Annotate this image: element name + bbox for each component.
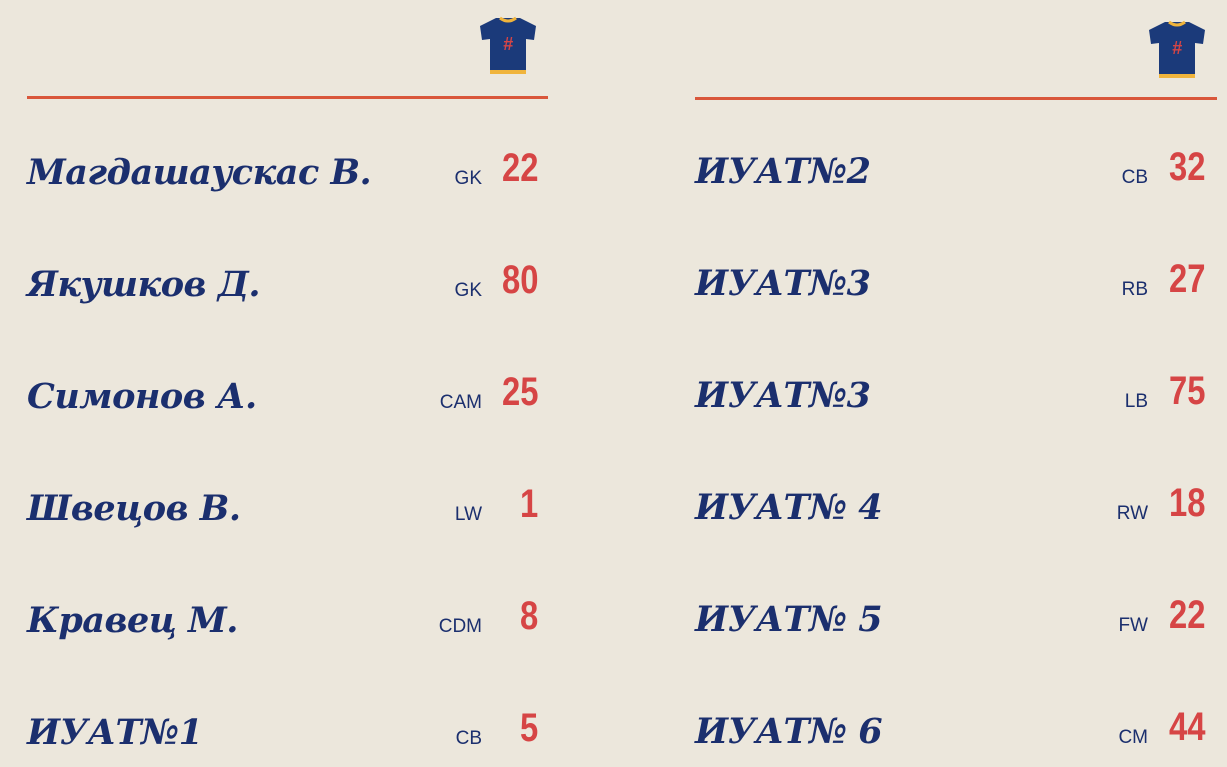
player-number: 27 — [1168, 257, 1205, 301]
player-name: ИУАТ№3 — [695, 263, 871, 304]
player-position: CM — [1118, 727, 1148, 748]
player-number: 75 — [1168, 369, 1205, 413]
right-roster: # ИУАТ№2 CB 32 ИУАТ№3 RB 27 ИУАТ№3 LB 75… — [695, 0, 1217, 767]
player-position: CAM — [439, 392, 482, 413]
player-number: 44 — [1168, 705, 1205, 749]
player-name: Симонов А. — [27, 376, 257, 417]
player-row: Симонов А. CAM 25 — [27, 370, 548, 430]
player-row: ИУАТ№ 6 CM 44 — [695, 705, 1217, 765]
player-row: ИУАТ№3 LB 75 — [695, 369, 1217, 429]
left-roster: # Магдашаускас В. GK 22 Якушков Д. GK 80… — [27, 0, 548, 767]
player-number: 22 — [1168, 593, 1205, 637]
player-row: ИУАТ№ 5 FW 22 — [695, 593, 1217, 653]
player-row: ИУАТ№1 CB 5 — [27, 706, 548, 766]
player-position: CB — [1121, 167, 1148, 188]
player-row: Магдашаускас В. GK 22 — [27, 146, 548, 206]
jersey-icon: # — [1149, 20, 1205, 78]
jersey-icon: # — [480, 16, 536, 74]
player-position: LW — [454, 504, 482, 525]
player-name: Кравец М. — [27, 600, 238, 641]
player-row: ИУАТ№ 4 RW 18 — [695, 481, 1217, 541]
player-number: 8 — [519, 594, 538, 638]
player-position: GK — [454, 168, 482, 189]
player-name: Магдашаускас В. — [27, 152, 372, 193]
player-number: 5 — [519, 706, 538, 750]
player-number: 25 — [501, 370, 538, 414]
player-name: ИУАТ№1 — [27, 712, 203, 753]
player-row: ИУАТ№3 RB 27 — [695, 257, 1217, 317]
player-name: ИУАТ№2 — [695, 151, 871, 192]
player-position: RB — [1121, 279, 1148, 300]
header-divider — [695, 97, 1217, 100]
player-number: 1 — [519, 482, 538, 526]
player-number: 80 — [501, 258, 538, 302]
jersey-symbol: # — [1172, 38, 1182, 58]
player-position: LB — [1124, 391, 1148, 412]
player-row: Швецов В. LW 1 — [27, 482, 548, 542]
player-name: ИУАТ№3 — [695, 375, 871, 416]
player-position: CB — [455, 728, 482, 749]
player-row: Кравец М. CDM 8 — [27, 594, 548, 654]
player-position: GK — [454, 280, 482, 301]
player-name: Якушков Д. — [27, 264, 261, 305]
player-row: Якушков Д. GK 80 — [27, 258, 548, 318]
player-name: Швецов В. — [27, 488, 241, 529]
player-number: 32 — [1168, 145, 1205, 189]
header-divider — [27, 96, 548, 99]
player-number: 18 — [1168, 481, 1205, 525]
jersey-symbol: # — [503, 34, 513, 54]
player-name: ИУАТ№ 4 — [695, 487, 883, 528]
player-name: ИУАТ№ 5 — [695, 599, 883, 640]
player-row: ИУАТ№2 CB 32 — [695, 145, 1217, 205]
player-number: 22 — [501, 146, 538, 190]
player-position: CDM — [438, 616, 482, 637]
player-name: ИУАТ№ 6 — [695, 711, 883, 752]
player-position: RW — [1116, 503, 1148, 524]
player-position: FW — [1118, 615, 1148, 636]
